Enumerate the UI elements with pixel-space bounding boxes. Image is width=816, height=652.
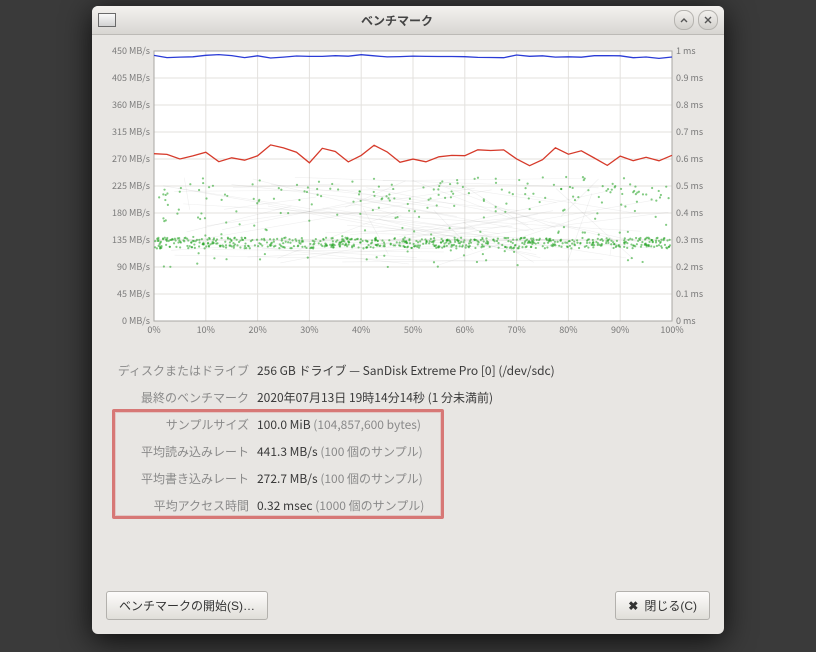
row-read: 平均読み込みレート 441.3 MB/s (100 個のサンプル) (110, 438, 706, 465)
svg-text:0.5 ms: 0.5 ms (676, 179, 703, 192)
svg-text:50%: 50% (404, 323, 422, 336)
svg-text:1 ms: 1 ms (676, 45, 696, 57)
svg-text:405 MB/s: 405 MB/s (112, 71, 150, 84)
close-dialog-button[interactable]: ✖ 閉じる(C) (615, 591, 710, 620)
disk-label: ディスクまたはドライブ (110, 357, 253, 384)
svg-text:90 MB/s: 90 MB/s (117, 260, 150, 273)
last-label: 最終のベンチマーク (110, 384, 253, 411)
read-label: 平均読み込みレート (110, 438, 253, 465)
write-label: 平均書き込みレート (110, 465, 253, 492)
svg-text:315 MB/s: 315 MB/s (112, 125, 150, 138)
svg-text:70%: 70% (507, 323, 525, 336)
svg-text:180 MB/s: 180 MB/s (112, 206, 150, 219)
svg-text:0.2 ms: 0.2 ms (676, 260, 703, 273)
info-table: ディスクまたはドライブ 256 GB ドライブ — SanDisk Extrem… (110, 357, 706, 519)
start-button-label: ベンチマークの開始(S)… (119, 597, 255, 614)
write-value: 272.7 MB/s (100 個のサンプル) (253, 465, 706, 492)
access-value: 0.32 msec (1000 個のサンプル) (253, 492, 706, 519)
window-title: ベンチマーク (124, 12, 670, 29)
svg-text:0.8 ms: 0.8 ms (676, 98, 703, 111)
svg-text:0 MB/s: 0 MB/s (122, 314, 150, 327)
close-button-label: 閉じる(C) (644, 597, 697, 614)
svg-text:60%: 60% (456, 323, 474, 336)
titlebar: ベンチマーク (92, 6, 724, 35)
svg-text:0.3 ms: 0.3 ms (676, 233, 703, 246)
svg-text:80%: 80% (559, 323, 577, 336)
svg-text:20%: 20% (248, 323, 266, 336)
last-value: 2020年07月13日 19時14分14秒 (1 分未満前) (253, 384, 706, 411)
svg-text:40%: 40% (352, 323, 370, 336)
close-button[interactable] (698, 10, 718, 30)
info-panel: ディスクまたはドライブ 256 GB ドライブ — SanDisk Extrem… (106, 357, 710, 519)
svg-text:0.6 ms: 0.6 ms (676, 152, 703, 165)
svg-text:100%: 100% (660, 323, 683, 336)
row-last: 最終のベンチマーク 2020年07月13日 19時14分14秒 (1 分未満前) (110, 384, 706, 411)
start-benchmark-button[interactable]: ベンチマークの開始(S)… (106, 591, 268, 620)
content-area: 0 MB/s0 ms45 MB/s0.1 ms90 MB/s0.2 ms135 … (92, 35, 724, 581)
disk-value: 256 GB ドライブ — SanDisk Extreme Pro [0] (/… (253, 357, 706, 384)
svg-text:0.9 ms: 0.9 ms (676, 71, 703, 84)
svg-text:30%: 30% (300, 323, 318, 336)
read-value: 441.3 MB/s (100 個のサンプル) (253, 438, 706, 465)
svg-text:0.1 ms: 0.1 ms (676, 287, 703, 300)
close-icon: ✖ (628, 599, 638, 613)
row-disk: ディスクまたはドライブ 256 GB ドライブ — SanDisk Extrem… (110, 357, 706, 384)
benchmark-window: ベンチマーク 0 MB/s0 ms45 MB/s0.1 ms90 MB/s0.2… (92, 6, 724, 634)
svg-text:10%: 10% (197, 323, 215, 336)
svg-text:45 MB/s: 45 MB/s (117, 287, 150, 300)
svg-text:270 MB/s: 270 MB/s (112, 152, 150, 165)
sample-value: 100.0 MiB (104,857,600 bytes) (253, 411, 706, 438)
svg-text:0%: 0% (147, 323, 160, 336)
restore-button[interactable] (674, 10, 694, 30)
row-write: 平均書き込みレート 272.7 MB/s (100 個のサンプル) (110, 465, 706, 492)
svg-text:360 MB/s: 360 MB/s (112, 98, 150, 111)
svg-text:0.7 ms: 0.7 ms (676, 125, 703, 138)
row-sample: サンプルサイズ 100.0 MiB (104,857,600 bytes) (110, 411, 706, 438)
sample-label: サンプルサイズ (110, 411, 253, 438)
svg-text:90%: 90% (611, 323, 629, 336)
svg-text:225 MB/s: 225 MB/s (112, 179, 150, 192)
svg-text:135 MB/s: 135 MB/s (112, 233, 150, 246)
row-access: 平均アクセス時間 0.32 msec (1000 個のサンプル) (110, 492, 706, 519)
access-label: 平均アクセス時間 (110, 492, 253, 519)
footer: ベンチマークの開始(S)… ✖ 閉じる(C) (92, 581, 724, 634)
svg-text:0.4 ms: 0.4 ms (676, 206, 703, 219)
app-icon (98, 13, 116, 27)
benchmark-chart: 0 MB/s0 ms45 MB/s0.1 ms90 MB/s0.2 ms135 … (106, 45, 710, 341)
svg-text:450 MB/s: 450 MB/s (112, 45, 150, 57)
